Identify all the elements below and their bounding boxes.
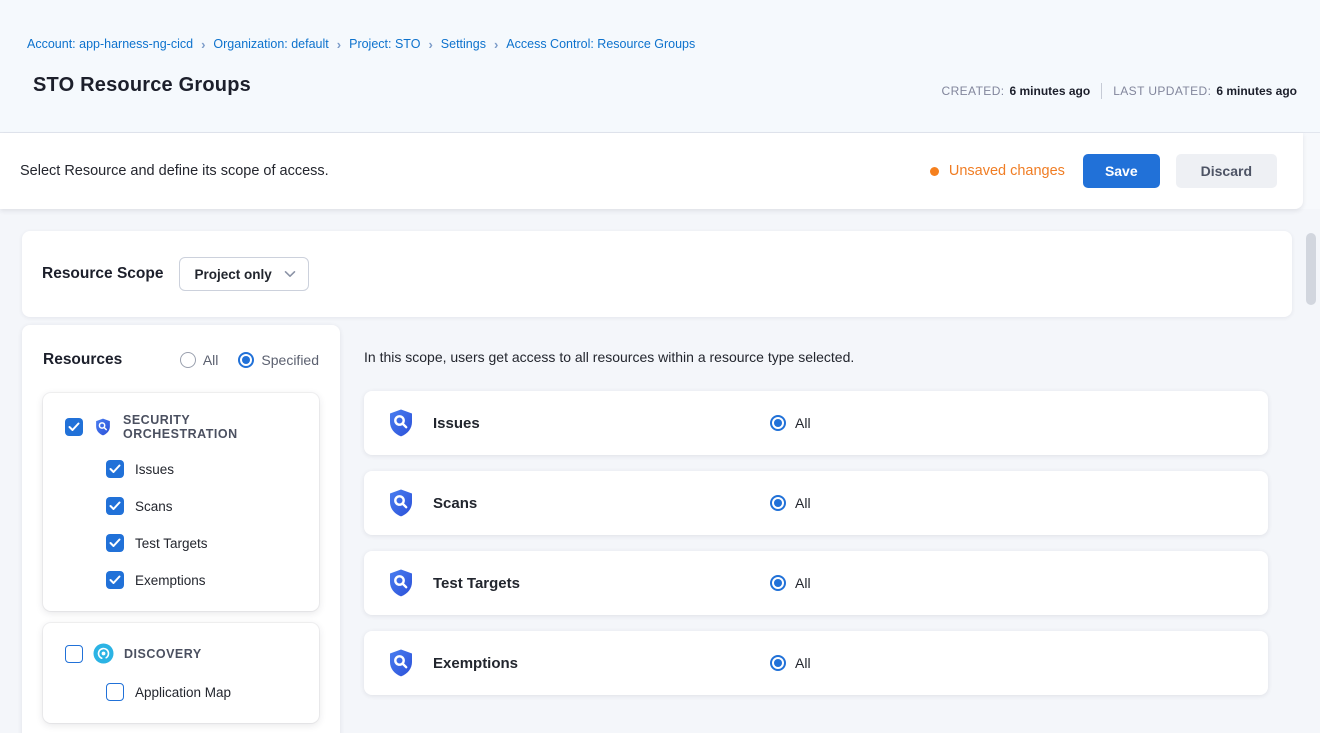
access-radio-all[interactable]: All xyxy=(770,655,811,671)
resource-scope-select[interactable]: Project only xyxy=(179,257,309,291)
resources-title: Resources xyxy=(43,351,122,369)
chevron-right-icon: › xyxy=(201,38,205,51)
resource-row-issues: Issues All xyxy=(364,391,1268,455)
radio-icon-selected[interactable] xyxy=(770,415,786,431)
group-label: DISCOVERY xyxy=(124,647,202,661)
checkbox-application-map[interactable] xyxy=(106,683,124,701)
access-all-label: All xyxy=(795,655,811,671)
chevron-down-icon xyxy=(284,270,296,278)
check-icon xyxy=(109,575,121,585)
resources-filter-radio-group: All Specified xyxy=(160,352,319,368)
resource-row-title: Exemptions xyxy=(433,655,518,672)
discovery-icon xyxy=(93,643,114,664)
vertical-scrollbar[interactable] xyxy=(1306,233,1316,305)
tree-item-exemptions: Exemptions xyxy=(106,571,307,589)
access-radio-all[interactable]: All xyxy=(770,495,811,511)
radio-icon[interactable] xyxy=(180,352,196,368)
radio-icon-selected[interactable] xyxy=(770,495,786,511)
sto-shield-icon xyxy=(93,417,113,437)
scope-detail: In this scope, users get access to all r… xyxy=(364,325,1268,695)
discard-button[interactable]: Discard xyxy=(1176,154,1277,188)
breadcrumb-account[interactable]: Account: app-harness-ng-cicd xyxy=(27,37,193,51)
scope-instruction-text: In this scope, users get access to all r… xyxy=(364,349,1268,365)
resource-scope-label: Resource Scope xyxy=(42,265,163,283)
content-area: Resource Scope Project only Resources Al… xyxy=(0,209,1320,732)
sto-shield-icon xyxy=(385,567,417,599)
access-all-label: All xyxy=(795,575,811,591)
chevron-right-icon: › xyxy=(428,38,432,51)
checkbox-exemptions[interactable] xyxy=(106,571,124,589)
toolbar: Select Resource and define its scope of … xyxy=(0,133,1303,209)
page-header: Account: app-harness-ng-cicd › Organizat… xyxy=(0,0,1320,133)
group-label: SECURITY ORCHESTRATION xyxy=(123,413,307,441)
tree-item-application-map: Application Map xyxy=(106,683,307,701)
resource-row-exemptions: Exemptions All xyxy=(364,631,1268,695)
checkbox-test-targets[interactable] xyxy=(106,534,124,552)
tree-item-test-targets: Test Targets xyxy=(106,534,307,552)
created-label: CREATED: xyxy=(942,84,1005,98)
radio-icon-selected[interactable] xyxy=(770,575,786,591)
access-radio-all[interactable]: All xyxy=(770,575,811,591)
breadcrumb-settings[interactable]: Settings xyxy=(441,37,486,51)
last-updated-value: 6 minutes ago xyxy=(1216,84,1297,98)
radio-all-label: All xyxy=(203,352,219,368)
radio-icon-selected[interactable] xyxy=(770,655,786,671)
tree-item-label: Issues xyxy=(135,462,174,477)
resource-row-test-targets: Test Targets All xyxy=(364,551,1268,615)
tree-item-label: Exemptions xyxy=(135,573,206,588)
checkbox-discovery[interactable] xyxy=(65,645,83,663)
access-all-label: All xyxy=(795,495,811,511)
resources-panel: Resources All Specified xyxy=(22,325,340,733)
save-button[interactable]: Save xyxy=(1083,154,1160,188)
check-icon xyxy=(109,464,121,474)
breadcrumb-project[interactable]: Project: STO xyxy=(349,37,420,51)
radio-option-specified[interactable]: Specified xyxy=(238,352,319,368)
tree-item-label: Scans xyxy=(135,499,173,514)
tree-item-issues: Issues xyxy=(106,460,307,478)
checkbox-security-orchestration[interactable] xyxy=(65,418,83,436)
breadcrumb-resource-groups[interactable]: Access Control: Resource Groups xyxy=(506,37,695,51)
toolbar-row: Select Resource and define its scope of … xyxy=(0,133,1320,209)
tree-item-label: Test Targets xyxy=(135,536,208,551)
resource-row-title: Scans xyxy=(433,495,477,512)
resource-group-discovery: DISCOVERY Application Map xyxy=(43,623,319,723)
page-title: STO Resource Groups xyxy=(33,74,251,97)
resource-row-title: Issues xyxy=(433,415,480,432)
chevron-right-icon: › xyxy=(494,38,498,51)
checkbox-scans[interactable] xyxy=(106,497,124,515)
timestamps: CREATED: 6 minutes ago LAST UPDATED: 6 m… xyxy=(942,83,1297,99)
sto-shield-icon xyxy=(385,407,417,439)
checkbox-issues[interactable] xyxy=(106,460,124,478)
sto-shield-icon xyxy=(385,647,417,679)
divider xyxy=(1101,83,1102,99)
resource-row-scans: Scans All xyxy=(364,471,1268,535)
resource-group-security-orchestration: SECURITY ORCHESTRATION Issues Scans xyxy=(43,393,319,611)
resource-scope-card: Resource Scope Project only xyxy=(22,231,1292,317)
unsaved-changes-label: Unsaved changes xyxy=(949,163,1065,179)
last-updated-label: LAST UPDATED: xyxy=(1113,84,1211,98)
resource-row-title: Test Targets xyxy=(433,575,520,592)
sto-shield-icon xyxy=(385,487,417,519)
radio-specified-label: Specified xyxy=(261,352,319,368)
toolbar-actions: Unsaved changes Save Discard xyxy=(930,154,1277,188)
created-value: 6 minutes ago xyxy=(1010,84,1091,98)
radio-option-all[interactable]: All xyxy=(180,352,219,368)
toolbar-description: Select Resource and define its scope of … xyxy=(20,163,329,179)
tree-item-label: Application Map xyxy=(135,685,231,700)
access-all-label: All xyxy=(795,415,811,431)
check-icon xyxy=(68,422,80,432)
tree-item-scans: Scans xyxy=(106,497,307,515)
resource-scope-selected-value: Project only xyxy=(194,267,271,282)
chevron-right-icon: › xyxy=(337,38,341,51)
breadcrumb: Account: app-harness-ng-cicd › Organizat… xyxy=(27,37,695,51)
radio-icon-selected[interactable] xyxy=(238,352,254,368)
check-icon xyxy=(109,538,121,548)
access-radio-all[interactable]: All xyxy=(770,415,811,431)
unsaved-dot-icon xyxy=(930,167,939,176)
breadcrumb-organization[interactable]: Organization: default xyxy=(213,37,328,51)
check-icon xyxy=(109,501,121,511)
